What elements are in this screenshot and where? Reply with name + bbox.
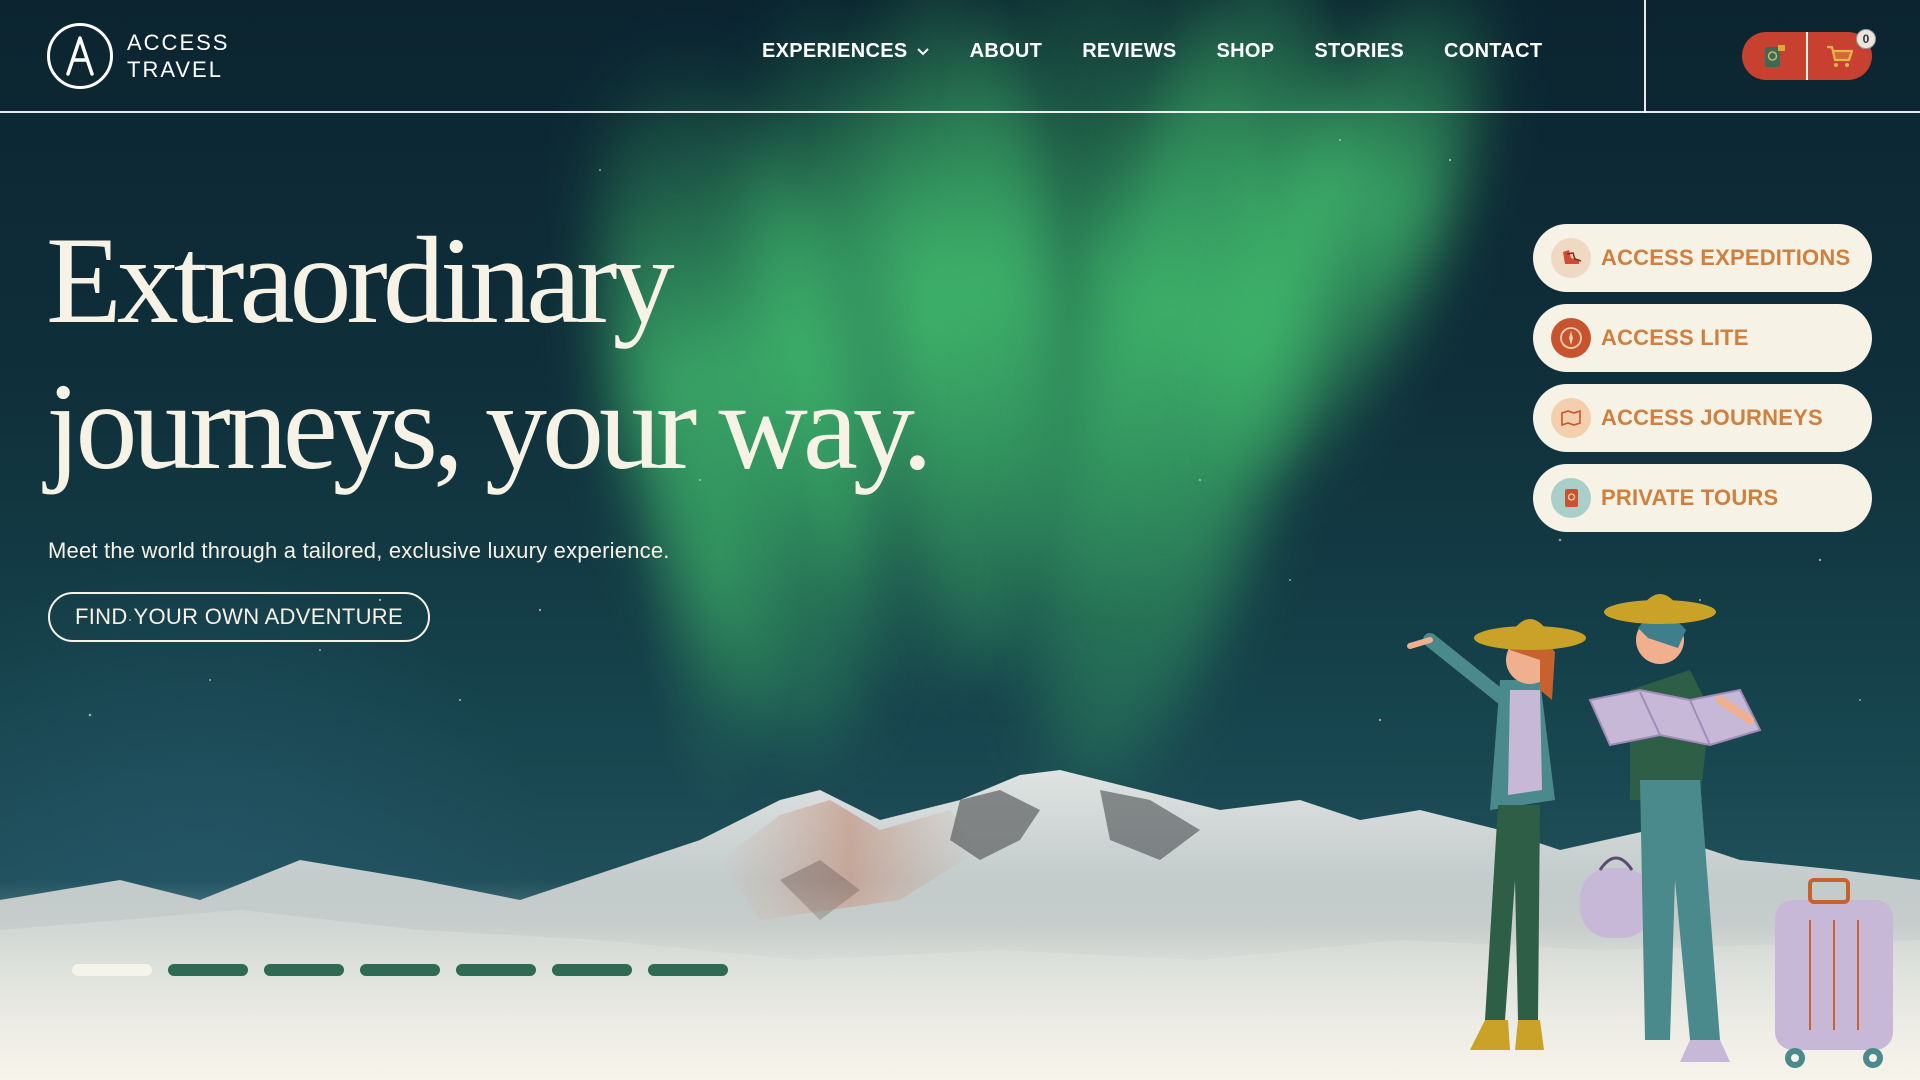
compass-icon	[1551, 318, 1591, 358]
nav-contact-label: CONTACT	[1443, 40, 1543, 62]
cta-label: FIND YOUR OWN ADVENTURE	[75, 604, 403, 629]
side-label-private: PRIVATE TOURS	[1601, 485, 1779, 510]
passport-book-icon	[1551, 478, 1591, 518]
nav-about[interactable]: ABOUT	[970, 40, 1043, 63]
nav-experiences-label: EXPERIENCES	[762, 40, 908, 62]
private-tours-button[interactable]: PRIVATE TOURS	[1533, 464, 1872, 532]
chevron-down-icon	[916, 47, 929, 55]
logo-a-icon	[47, 23, 113, 89]
slider-dot[interactable]	[552, 964, 632, 976]
passport-button[interactable]	[1742, 32, 1806, 80]
nav-stories-label: STORIES	[1314, 40, 1404, 62]
header-divider	[1644, 0, 1646, 113]
slider-dot[interactable]	[168, 964, 248, 976]
boots-icon	[1551, 238, 1591, 278]
find-adventure-button[interactable]: FIND YOUR OWN ADVENTURE	[48, 592, 430, 642]
nav-experiences[interactable]: EXPERIENCES	[762, 40, 930, 63]
brand-logo[interactable]: ACCESS TRAVEL	[47, 23, 229, 89]
nav-shop-label: SHOP	[1216, 40, 1275, 62]
headline-line1: Extraordinary	[46, 212, 675, 349]
access-expeditions-button[interactable]: ACCESS EXPEDITIONS	[1533, 224, 1872, 292]
access-journeys-button[interactable]: ACCESS JOURNEYS	[1533, 384, 1872, 452]
nav-stories[interactable]: STORIES	[1314, 40, 1404, 63]
slider-dot[interactable]	[264, 964, 344, 976]
hero-subline: Meet the world through a tailored, exclu…	[48, 538, 670, 563]
travelers-illustration	[1407, 594, 1893, 1068]
experience-menu: ACCESS EXPEDITIONS ACCESS LITE ACCESS JO…	[1533, 224, 1872, 544]
slider-dot[interactable]	[456, 964, 536, 976]
site-header: ACCESS TRAVEL EXPERIENCES ABOUT REVIEWS …	[0, 0, 1920, 113]
slider-dot[interactable]	[72, 964, 152, 976]
slider-dot[interactable]	[648, 964, 728, 976]
brand-line1: ACCESS	[127, 30, 230, 55]
side-label-lite: ACCESS LITE	[1601, 325, 1749, 350]
side-label-expeditions: ACCESS EXPEDITIONS	[1601, 245, 1851, 270]
brand-line2: TRAVEL	[127, 57, 223, 82]
nav-about-label: ABOUT	[969, 40, 1043, 62]
header-actions	[1742, 32, 1872, 80]
cart-icon	[1826, 45, 1854, 67]
nav-contact[interactable]: CONTACT	[1444, 40, 1542, 63]
cart-count-badge: 0	[1856, 29, 1876, 49]
hero-headline: Extraordinary journeys, your way.	[46, 208, 933, 500]
nav-shop[interactable]: SHOP	[1217, 40, 1275, 63]
nav-reviews-label: REVIEWS	[1082, 40, 1177, 62]
access-lite-button[interactable]: ACCESS LITE	[1533, 304, 1872, 372]
slider-pagination	[72, 964, 728, 976]
passport-icon	[1765, 45, 1785, 67]
brand-name: ACCESS TRAVEL	[127, 29, 229, 83]
slider-dot[interactable]	[360, 964, 440, 976]
headline-line2: journeys, your way.	[46, 358, 933, 495]
main-nav: EXPERIENCES ABOUT REVIEWS SHOP STORIES C…	[762, 40, 1542, 63]
nav-reviews[interactable]: REVIEWS	[1082, 40, 1176, 63]
side-label-journeys: ACCESS JOURNEYS	[1601, 405, 1823, 430]
map-icon	[1551, 398, 1591, 438]
